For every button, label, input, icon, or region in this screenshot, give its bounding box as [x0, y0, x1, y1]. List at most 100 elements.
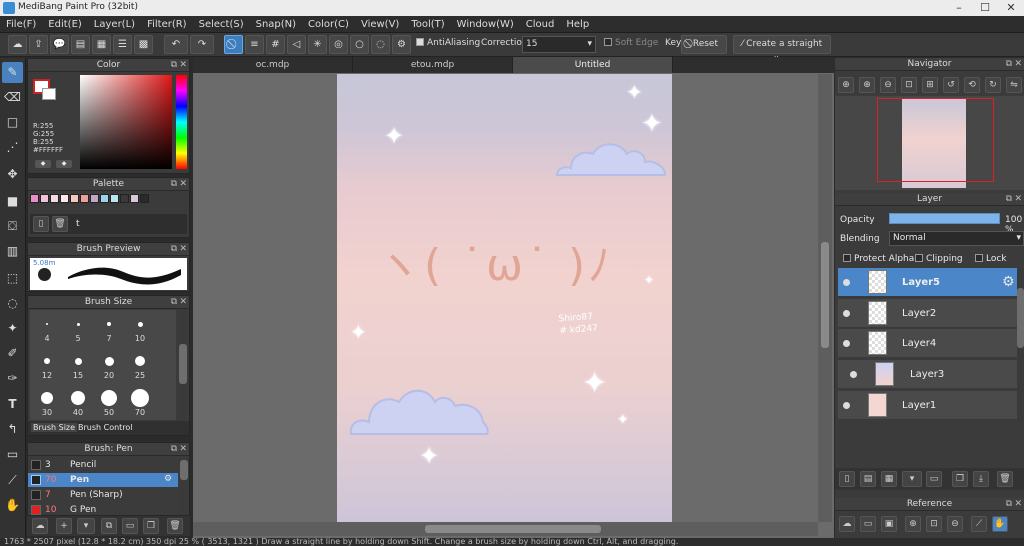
straight-line-button[interactable]: ⁄ Create a straight line [733, 35, 831, 66]
background-color-swatch[interactable] [42, 88, 56, 100]
palette-swatch[interactable] [60, 194, 69, 203]
add-brush-dropdown-icon[interactable]: ▾ [77, 518, 95, 534]
menu-file[interactable]: File(F) [0, 16, 42, 33]
dot-tool-icon[interactable]: ⋰ [2, 137, 23, 158]
gear-icon[interactable]: ⚙ [1002, 274, 1015, 290]
bucket-tool-icon[interactable]: ⛋ [2, 216, 23, 237]
eye-icon[interactable] [843, 310, 850, 317]
brush-item[interactable]: 3 Pencil [28, 458, 178, 472]
tab-brush-control[interactable]: Brush Control [78, 423, 133, 432]
brush-tool-icon[interactable]: ✎ [2, 62, 23, 83]
list-icon[interactable]: ☰ [113, 35, 132, 54]
zoom-out-icon[interactable]: ⊖ [947, 516, 963, 532]
opacity-slider[interactable] [889, 213, 1000, 224]
rectangle-tool-icon[interactable]: □ [2, 112, 23, 133]
close-panel-icon[interactable]: ✕ [179, 243, 187, 256]
menu-filter[interactable]: Filter(R) [141, 16, 193, 33]
menu-cloud[interactable]: Cloud [520, 16, 561, 33]
hand-tool-icon[interactable]: ✋ [2, 495, 23, 516]
redo-icon[interactable]: ↷ [190, 35, 214, 54]
soft-edge-checkbox[interactable]: Soft Edge [604, 38, 658, 48]
tab-oc[interactable]: oc.mdp [193, 57, 353, 73]
expand-icon[interactable]: ⧉ [171, 243, 177, 256]
fill-rect-tool-icon[interactable]: ■ [2, 191, 23, 212]
fit-window-icon[interactable]: ⊡ [901, 77, 917, 93]
close-panel-icon[interactable]: ✕ [179, 178, 187, 191]
expand-icon[interactable]: ⧉ [171, 443, 177, 456]
new-palette-icon[interactable]: ▯ [33, 216, 49, 232]
palette-swatch[interactable] [120, 194, 129, 203]
layer-list-scrollbar[interactable] [1017, 268, 1024, 421]
brush-size-option[interactable]: 10 [125, 310, 155, 346]
clipping-checkbox[interactable]: Clipping [915, 254, 963, 264]
lock-checkbox[interactable]: Lock [975, 254, 1007, 264]
gear-icon[interactable]: ⚙ [164, 474, 172, 484]
brush-item-selected[interactable]: 70 Pen ⚙ [28, 473, 178, 487]
perspective-snap-icon[interactable]: ◁ [287, 35, 306, 54]
document-icon[interactable]: ▤ [71, 35, 90, 54]
layer-row-layer5[interactable]: Layer5 ⚙ [838, 268, 1024, 297]
actual-size-icon[interactable]: ⊞ [922, 77, 938, 93]
brush-size-scrollbar[interactable] [178, 310, 188, 420]
palette-swatch[interactable] [130, 194, 139, 203]
eyedropper-icon[interactable]: ⟋ [971, 516, 987, 532]
close-button[interactable]: ✕ [998, 0, 1024, 16]
zoom-out-icon[interactable]: ⊖ [880, 77, 896, 93]
navigator-viewport[interactable] [877, 98, 994, 182]
eyedropper-icon[interactable]: ⟋ [2, 470, 23, 491]
close-panel-icon[interactable]: ✕ [179, 443, 187, 456]
grid-icon[interactable]: ▩ [134, 35, 153, 54]
cloud-icon[interactable]: ☁ [8, 35, 27, 54]
layer-row-layer1[interactable]: Layer1 [838, 391, 1024, 420]
comment-icon[interactable]: 💬 [50, 35, 69, 54]
folder-icon[interactable]: ▭ [926, 471, 942, 487]
add-brush-icon[interactable]: + [56, 518, 72, 534]
text-tool-icon[interactable]: T [2, 394, 23, 415]
zoom-in-icon[interactable]: ⊕ [838, 77, 854, 93]
palette-swatch[interactable] [90, 194, 99, 203]
new-layer-8bit-icon[interactable]: ▦ [881, 471, 897, 487]
brush-size-option[interactable]: 12 [32, 347, 62, 383]
duplicate-icon[interactable]: ⧉ [101, 518, 117, 534]
select-eraser-icon[interactable]: ✑ [2, 368, 23, 389]
trash-icon[interactable]: 🗑 [52, 216, 68, 232]
select-tool-icon[interactable]: ⬚ [2, 268, 23, 289]
cloud-icon[interactable]: ☁ [839, 516, 855, 532]
antialiasing-checkbox[interactable]: AntiAliasing [416, 38, 480, 48]
radial-snap-icon[interactable]: ✳ [308, 35, 327, 54]
palette-swatch[interactable] [50, 194, 59, 203]
palette-name[interactable]: t [76, 219, 80, 229]
brush-item[interactable]: 10 G Pen [28, 503, 178, 515]
brush-list-scrollbar[interactable] [179, 458, 189, 515]
duplicate-layer-icon[interactable]: ❐ [952, 471, 968, 487]
brush-size-option[interactable]: 40 [63, 384, 93, 420]
layer-row-layer4[interactable]: Layer4 [838, 329, 1024, 358]
menu-layer[interactable]: Layer(L) [88, 16, 141, 33]
menu-tool[interactable]: Tool(T) [405, 16, 450, 33]
tab-etou[interactable]: etou.mdp [353, 57, 513, 73]
brush-size-option[interactable]: 25 [125, 347, 155, 383]
new-halftone-layer-icon[interactable]: ▤ [860, 471, 876, 487]
reset-button[interactable]: ⃠ Reset [681, 35, 727, 54]
curve-snap-icon[interactable]: ◌ [371, 35, 390, 54]
parallel-snap-icon[interactable]: ≡ [245, 35, 264, 54]
select-pen-icon[interactable]: ✐ [2, 343, 23, 364]
tab-brush-size[interactable]: Brush Size [31, 423, 78, 432]
palette-swatch[interactable] [80, 194, 89, 203]
brush-size-option[interactable]: 7 [94, 310, 124, 346]
tab-untitled[interactable]: Untitled [513, 57, 673, 73]
canvas-vertical-scrollbar[interactable] [818, 74, 832, 522]
eye-icon[interactable] [843, 340, 850, 347]
expand-icon[interactable]: ⧉ [171, 178, 177, 191]
expand-icon[interactable]: ⧉ [171, 296, 177, 309]
zoom-in-icon[interactable]: ⊕ [905, 516, 921, 532]
protect-alpha-checkbox[interactable]: Protect Alpha [843, 254, 914, 264]
menu-snap[interactable]: Snap(N) [250, 16, 302, 33]
concentric-snap-icon[interactable]: ◎ [329, 35, 348, 54]
grid-snap-icon[interactable]: # [266, 35, 285, 54]
open-folder-icon[interactable]: ▭ [860, 516, 876, 532]
maximize-button[interactable]: ☐ [972, 0, 998, 16]
gradient-tool-icon[interactable]: ▥ [2, 241, 23, 262]
menu-window[interactable]: Window(W) [451, 16, 520, 33]
zoom-in-step-icon[interactable]: ⊕ [859, 77, 875, 93]
